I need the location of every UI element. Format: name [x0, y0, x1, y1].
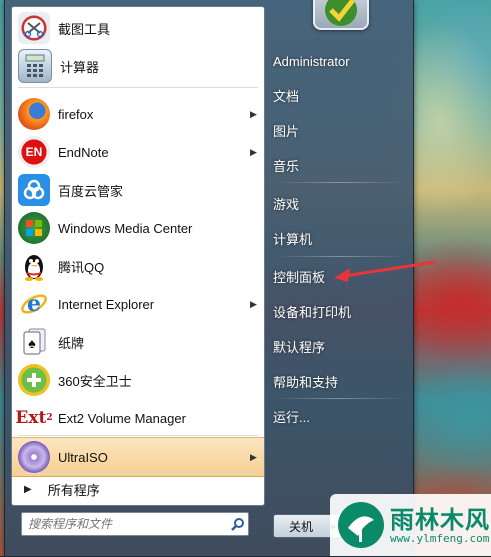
program-item-qq[interactable]: 腾讯QQ — [12, 247, 264, 285]
right-item-documents[interactable]: 文档 — [273, 82, 409, 108]
right-item-label: 控制面板 — [273, 269, 326, 285]
divider — [18, 435, 258, 436]
program-label: 360安全卫士 — [58, 373, 132, 389]
search-box — [21, 512, 249, 536]
right-item-label: 运行... — [273, 409, 310, 425]
program-label: EndNote — [58, 144, 109, 160]
program-label: Windows Media Center — [58, 220, 193, 236]
divider — [275, 398, 405, 399]
program-label: 百度云管家 — [58, 183, 124, 199]
all-programs-label: 所有程序 — [47, 482, 100, 498]
right-item-default-programs[interactable]: 默认程序 — [273, 333, 409, 359]
right-item-administrator[interactable]: Administrator — [273, 48, 409, 74]
windows-media-center-icon — [18, 212, 50, 244]
magnifier-icon[interactable] — [228, 515, 248, 533]
right-item-label: 帮助和支持 — [273, 374, 339, 390]
firefox-icon — [18, 98, 50, 130]
right-item-label: 音乐 — [273, 158, 300, 174]
shutdown-label: 关机 — [288, 519, 313, 534]
baidu-cloud-icon — [18, 174, 50, 206]
360-security-icon — [18, 364, 50, 396]
program-label: 截图工具 — [58, 21, 111, 37]
submenu-arrow-icon: ▶ — [250, 451, 257, 462]
program-label: 腾讯QQ — [58, 259, 105, 275]
solitaire-icon: ♠ — [18, 326, 50, 358]
program-label: firefox — [58, 106, 94, 122]
right-item-music[interactable]: 音乐 — [273, 152, 409, 178]
program-label: Internet Explorer — [58, 296, 155, 312]
all-programs-button[interactable]: ▶ 所有程序 — [12, 475, 264, 503]
program-item-endnote[interactable]: EN EndNote ▶ — [12, 133, 264, 171]
right-item-label: 图片 — [273, 123, 300, 139]
ext2-icon: Ext 2 — [15, 408, 53, 428]
divider — [18, 87, 258, 88]
qq-penguin-icon — [18, 250, 50, 282]
program-label: 纸牌 — [58, 335, 85, 351]
right-item-label: Administrator — [273, 53, 350, 69]
right-item-run[interactable]: 运行... — [273, 403, 409, 429]
submenu-arrow-icon: ▶ — [250, 298, 257, 309]
calculator-icon — [18, 49, 52, 83]
program-item-ext2-volume-manager[interactable]: Ext 2 Ext2 Volume Manager — [12, 399, 264, 437]
search-input[interactable] — [26, 514, 228, 534]
right-item-label: 游戏 — [273, 196, 300, 212]
ultraiso-disc-icon — [18, 441, 50, 473]
program-label: UltraISO — [58, 449, 108, 465]
program-item-snipping-tool[interactable]: 截图工具 — [12, 9, 264, 47]
divider — [275, 182, 405, 183]
right-item-pictures[interactable]: 图片 — [273, 117, 409, 143]
scissors-icon — [18, 12, 50, 44]
user-avatar[interactable] — [313, 0, 369, 30]
svg-text:♠: ♠ — [28, 335, 36, 351]
right-item-label: 计算机 — [273, 231, 313, 247]
program-item-baidu-cloud[interactable]: 百度云管家 — [12, 171, 264, 209]
watermark-title: 雨林木风 — [390, 507, 490, 534]
programs-panel: 截图工具 计算器 firefox ▶ EN EndNote ▶ 百度云管家 Wi… — [11, 6, 265, 506]
program-item-360-security[interactable]: 360安全卫士 — [12, 361, 264, 399]
program-label: Ext2 Volume Manager — [58, 410, 186, 426]
svg-text:e: e — [27, 291, 41, 317]
triangle-right-icon: ▶ — [24, 483, 32, 495]
right-item-label: 默认程序 — [273, 339, 326, 355]
right-item-devices-printers[interactable]: 设备和打印机 — [273, 298, 409, 324]
program-item-calculator[interactable]: 计算器 — [12, 47, 264, 85]
right-item-help-support[interactable]: 帮助和支持 — [273, 368, 409, 394]
program-item-ultraiso[interactable]: UltraISO ▶ — [12, 437, 264, 477]
program-item-solitaire[interactable]: ♠ 纸牌 — [12, 323, 264, 361]
program-item-internet-explorer[interactable]: e Internet Explorer ▶ — [12, 285, 264, 323]
right-item-computer[interactable]: 计算机 — [273, 225, 409, 251]
red-annotation-arrow-icon — [334, 260, 436, 282]
program-item-windows-media-center[interactable]: Windows Media Center — [12, 209, 264, 247]
right-item-label: 设备和打印机 — [273, 304, 352, 320]
submenu-arrow-icon: ▶ — [250, 146, 257, 157]
right-item-games[interactable]: 游戏 — [273, 190, 409, 216]
program-label: 计算器 — [60, 59, 100, 75]
endnote-icon: EN — [18, 136, 50, 168]
right-item-label: 文档 — [273, 88, 300, 104]
program-item-firefox[interactable]: firefox ▶ — [12, 95, 264, 133]
watermark-url: www.ylmfeng.com — [390, 532, 490, 545]
divider — [18, 473, 258, 474]
submenu-arrow-icon: ▶ — [250, 108, 257, 119]
ylmf-logo-icon — [338, 502, 384, 548]
internet-explorer-icon: e — [18, 288, 50, 320]
shutdown-button[interactable]: 关机 — [273, 514, 329, 538]
watermark: 雨林木风 www.ylmfeng.com — [330, 494, 491, 556]
